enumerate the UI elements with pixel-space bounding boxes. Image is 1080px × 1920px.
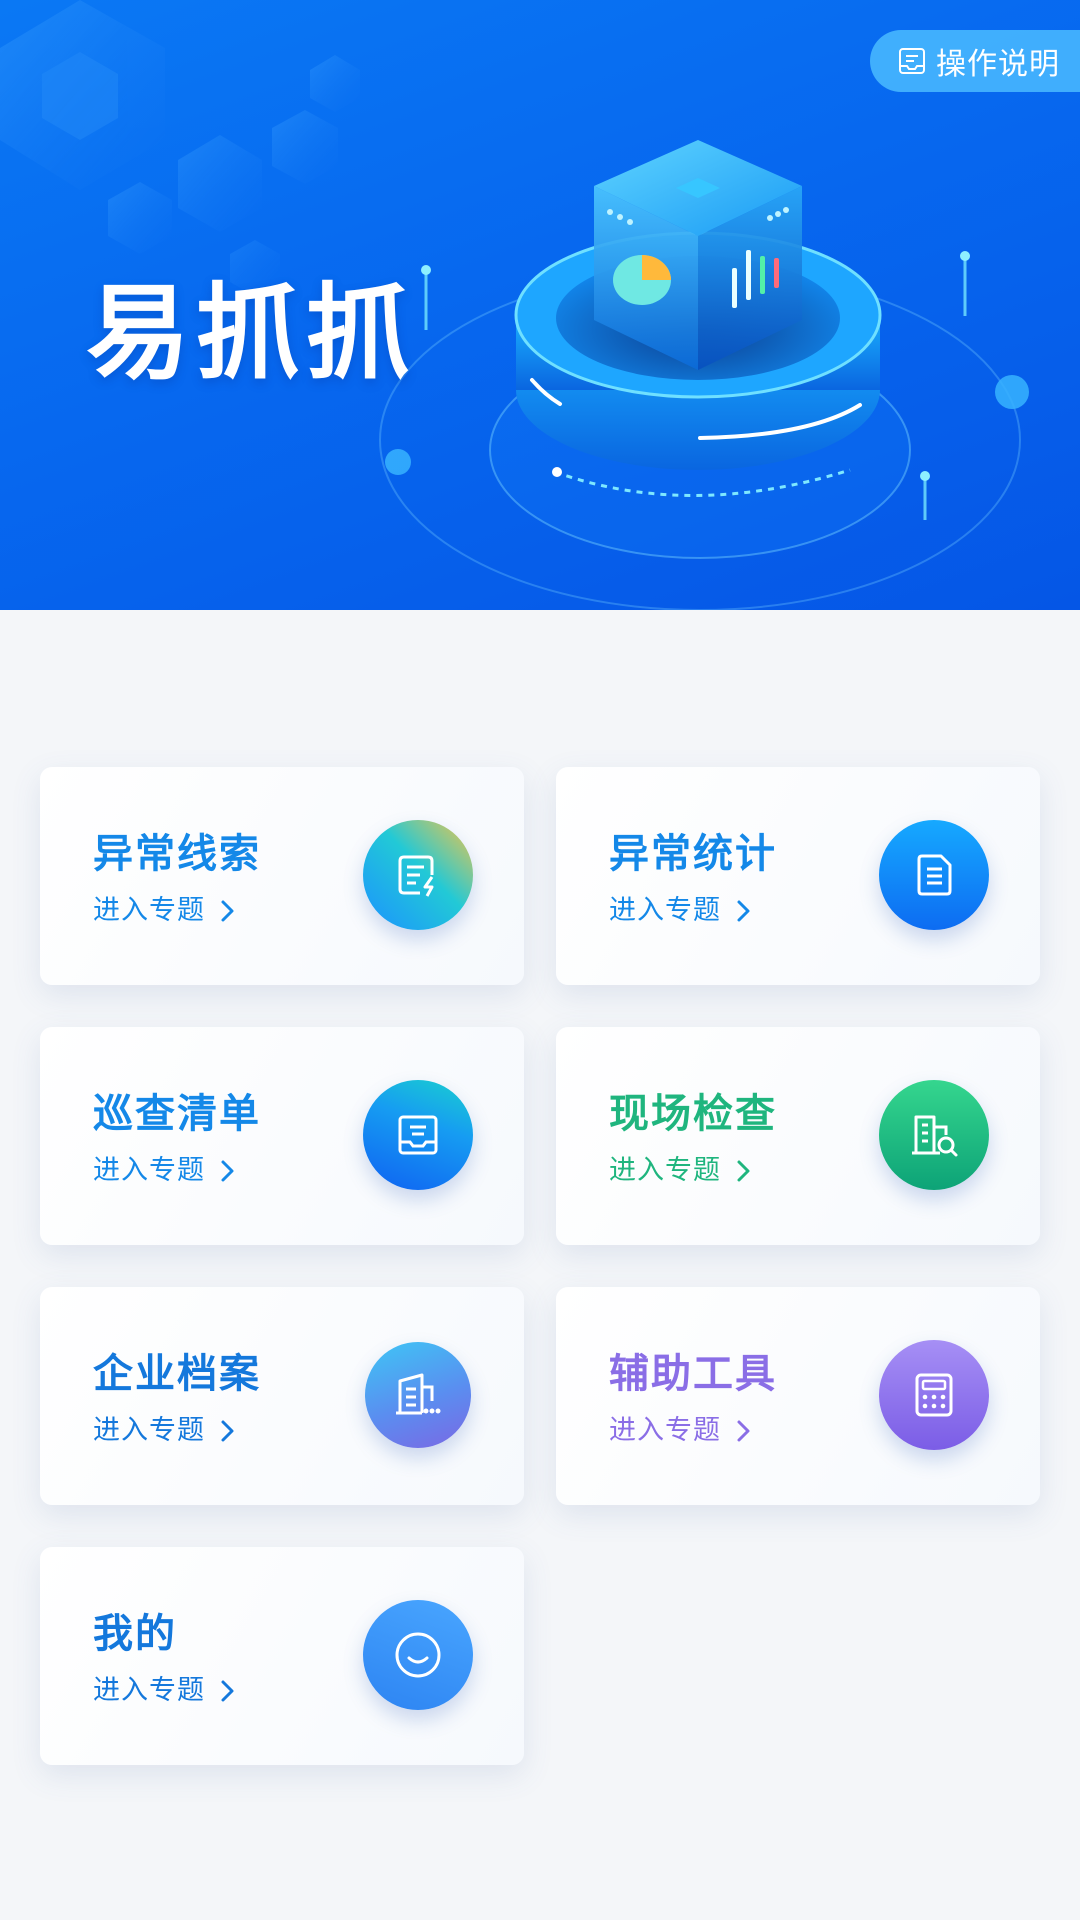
card-title: 我的 <box>93 1612 177 1656</box>
app-title: 易抓抓 <box>86 276 417 392</box>
card-title: 现场检查 <box>609 1092 777 1136</box>
enter-topic-link[interactable]: 进入专题 <box>609 1157 755 1184</box>
module-card-anomaly-clues[interactable]: 异常线索 进入专题 <box>40 767 524 985</box>
chevron-right-icon <box>221 1420 234 1441</box>
card-title: 企业档案 <box>93 1352 261 1396</box>
module-card-patrol-list[interactable]: 巡查清单 进入专题 <box>40 1027 524 1245</box>
module-card-my-profile[interactable]: 我的 进入专题 <box>40 1547 524 1765</box>
help-button[interactable]: 操作说明 <box>870 30 1080 92</box>
enter-topic-label: 进入专题 <box>93 1155 205 1185</box>
building-search-icon <box>879 1080 989 1190</box>
card-title: 异常统计 <box>609 832 777 876</box>
module-card-auxiliary-tools[interactable]: 辅助工具 进入专题 <box>556 1287 1040 1505</box>
enter-topic-label: 进入专题 <box>609 1155 721 1185</box>
chevron-right-icon <box>737 1160 750 1181</box>
card-title: 巡查清单 <box>93 1092 261 1136</box>
card-title: 辅助工具 <box>609 1352 777 1396</box>
module-card-enterprise-files[interactable]: 企业档案 进入专题 <box>40 1287 524 1505</box>
enter-topic-link[interactable]: 进入专题 <box>93 1677 239 1704</box>
inbox-tray-icon <box>363 1080 473 1190</box>
smile-icon <box>363 1600 473 1710</box>
enter-topic-label: 进入专题 <box>93 1415 205 1445</box>
enter-topic-link[interactable]: 进入专题 <box>609 897 755 924</box>
chevron-right-icon <box>737 900 750 921</box>
enter-topic-label: 进入专题 <box>609 1415 721 1445</box>
chevron-right-icon <box>737 1420 750 1441</box>
chevron-right-icon <box>221 900 234 921</box>
card-title: 异常线索 <box>93 832 261 876</box>
enter-topic-link[interactable]: 进入专题 <box>93 1157 239 1184</box>
enter-topic-link[interactable]: 进入专题 <box>93 897 239 924</box>
help-label: 操作说明 <box>936 48 1060 81</box>
chevron-right-icon <box>221 1160 234 1181</box>
enter-topic-label: 进入专题 <box>93 1675 205 1705</box>
document-lightning-icon <box>363 820 473 930</box>
enter-topic-link[interactable]: 进入专题 <box>93 1417 239 1444</box>
calculator-icon <box>879 1340 989 1450</box>
hero-banner: 操作说明 易抓抓 <box>0 0 1080 610</box>
enter-topic-label: 进入专题 <box>93 895 205 925</box>
document-list-icon <box>879 820 989 930</box>
company-file-icon <box>365 1342 471 1448</box>
module-card-site-inspection[interactable]: 现场检查 进入专题 <box>556 1027 1040 1245</box>
document-guide-icon <box>899 48 925 74</box>
enter-topic-link[interactable]: 进入专题 <box>609 1417 755 1444</box>
chevron-right-icon <box>221 1680 234 1701</box>
module-card-anomaly-stats[interactable]: 异常统计 进入专题 <box>556 767 1040 985</box>
enter-topic-label: 进入专题 <box>609 895 721 925</box>
